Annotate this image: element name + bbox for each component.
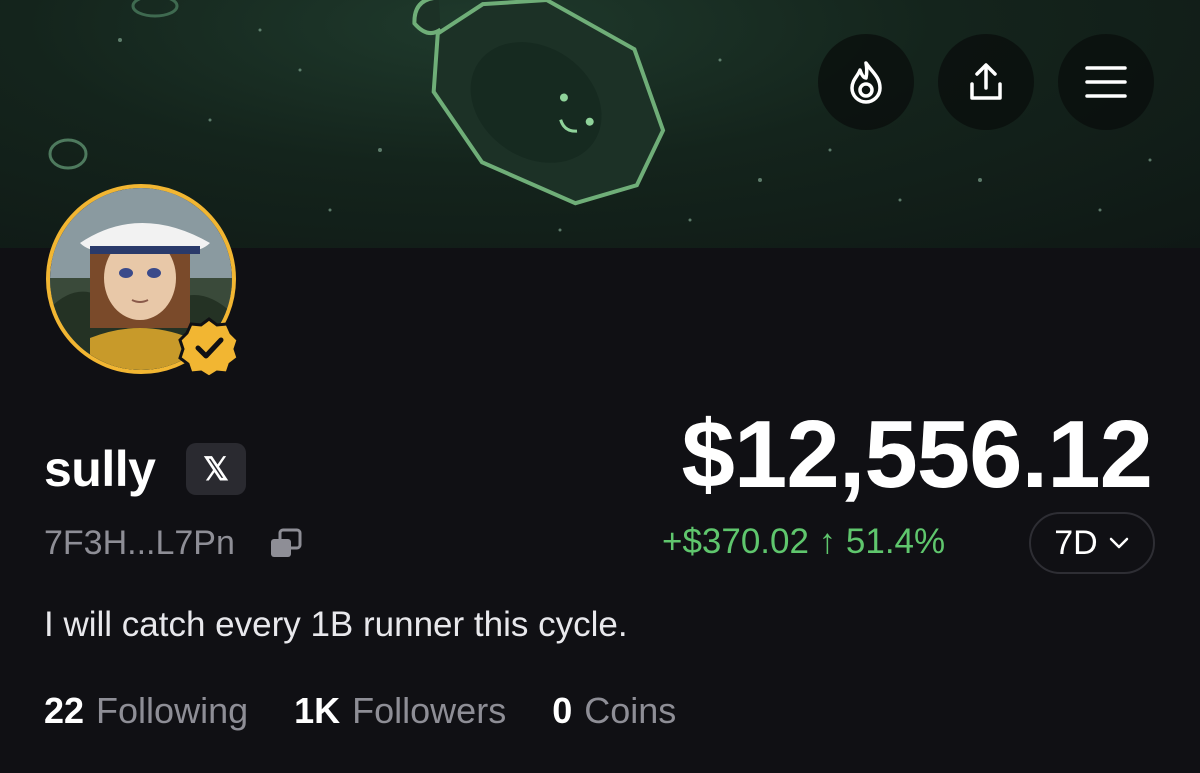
verified-badge-icon — [178, 317, 240, 378]
portfolio-balance: $12,556.12 — [681, 401, 1153, 508]
stat-following[interactable]: 22 Following — [44, 690, 248, 732]
x-social-link[interactable]: 𝕏 — [186, 443, 246, 495]
trending-button[interactable] — [818, 34, 914, 130]
stat-label: Followers — [352, 690, 507, 731]
share-button[interactable] — [938, 34, 1034, 130]
profile-name: sully — [44, 441, 156, 497]
period-label: 7D — [1054, 523, 1098, 562]
portfolio-change: +$370.02 ↑ 51.4% — [662, 522, 946, 561]
share-icon — [970, 63, 1002, 100]
profile-stats: 22 Following 1K Followers 0 Coins — [44, 690, 676, 732]
chevron-down-icon — [1109, 537, 1128, 549]
stat-count: 1K — [294, 690, 341, 731]
flame-icon — [850, 61, 882, 104]
profile-bio: I will catch every 1B runner this cycle. — [44, 605, 628, 644]
stat-followers[interactable]: 1K Followers — [294, 690, 506, 732]
stat-count: 0 — [552, 690, 573, 731]
menu-icon — [1085, 66, 1127, 98]
copy-icon[interactable] — [268, 528, 304, 560]
period-selector[interactable]: 7D — [1029, 512, 1155, 574]
wallet-address: 7F3H...L7Pn — [44, 524, 235, 562]
stat-coins[interactable]: 0 Coins — [552, 690, 676, 732]
stat-label: Following — [96, 690, 249, 731]
x-logo-icon: 𝕏 — [203, 451, 229, 487]
stat-label: Coins — [584, 690, 677, 731]
stat-count: 22 — [44, 690, 85, 731]
menu-button[interactable] — [1058, 34, 1154, 130]
